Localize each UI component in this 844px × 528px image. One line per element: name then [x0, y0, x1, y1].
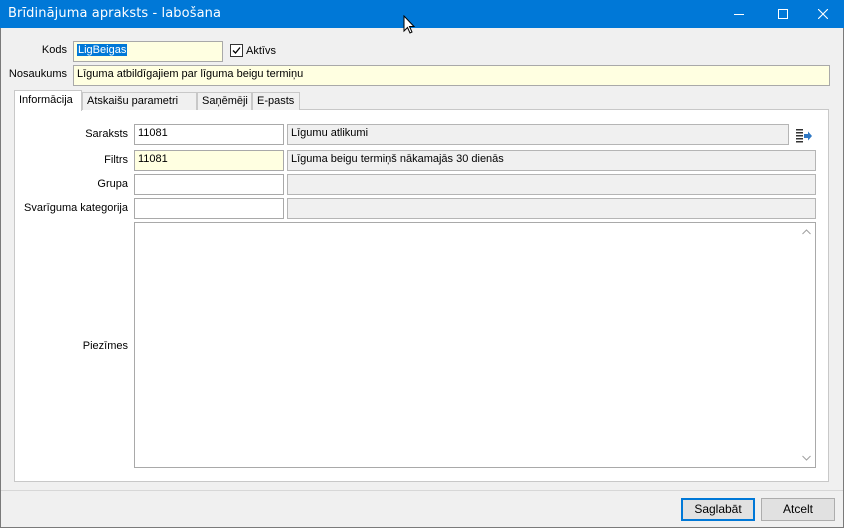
svariguma-name-field [287, 198, 816, 219]
title-bar: Brīdinājuma apraksts - labošana [0, 0, 844, 28]
grupa-code-input[interactable] [134, 174, 284, 195]
saraksts-label: Saraksts [85, 128, 128, 140]
nosaukums-input[interactable]: Līguma atbildīgajiem par līguma beigu te… [73, 65, 830, 86]
tab-informacija[interactable]: Informācija [14, 90, 82, 111]
aktivs-checkbox[interactable] [230, 44, 243, 57]
filtrs-name-field: Līguma beigu termiņš nākamajās 30 dienās [287, 150, 816, 171]
checkmark-icon [232, 47, 241, 54]
kods-value: LigBeigas [77, 44, 128, 56]
kods-label: Kods [41, 44, 67, 56]
minimize-button[interactable] [716, 0, 762, 28]
nosaukums-label: Nosaukums [8, 68, 67, 80]
aktivs-label: Aktīvs [246, 45, 276, 57]
grupa-label: Grupa [97, 178, 128, 190]
tab-e-pasts[interactable]: E-pasts [252, 92, 300, 110]
save-button[interactable]: Saglabāt [681, 498, 755, 521]
close-button[interactable] [800, 0, 844, 28]
filtrs-code-input[interactable]: 11081 [134, 150, 284, 171]
saraksts-code: 11081 [138, 127, 168, 139]
filtrs-label: Filtrs [104, 154, 128, 166]
kods-input[interactable]: LigBeigas [73, 41, 223, 62]
footer-separator [0, 490, 844, 491]
tab-sanemeji[interactable]: Saņēmēji [197, 92, 252, 110]
close-icon [818, 9, 828, 19]
vertical-scrollbar[interactable] [798, 223, 815, 467]
piezimes-textarea[interactable] [134, 222, 816, 468]
filtrs-code: 11081 [138, 153, 168, 165]
saraksts-name-field: Līgumu atlikumi [287, 124, 789, 145]
svariguma-kategorija-label: Svarīguma kategorija [24, 202, 128, 214]
scroll-up-icon[interactable] [802, 229, 811, 235]
grupa-name-field [287, 174, 816, 195]
list-lookup-button[interactable] [795, 127, 813, 143]
scroll-down-icon[interactable] [802, 455, 811, 461]
svariguma-code-input[interactable] [134, 198, 284, 219]
list-lookup-icon [796, 129, 812, 143]
piezimes-label: Piezīmes [82, 340, 128, 352]
saraksts-name: Līgumu atlikumi [291, 127, 369, 139]
window-title: Brīdinājuma apraksts - labošana [8, 6, 222, 21]
filtrs-name: Līguma beigu termiņš nākamajās 30 dienās [291, 153, 504, 165]
nosaukums-value: Līguma atbildīgajiem par līguma beigu te… [77, 68, 304, 80]
cancel-button[interactable]: Atcelt [761, 498, 835, 521]
maximize-icon [778, 9, 788, 19]
mouse-cursor-icon [403, 15, 416, 34]
saraksts-code-input[interactable]: 11081 [134, 124, 284, 145]
minimize-icon [734, 14, 744, 15]
tab-atskaisu-parametri[interactable]: Atskaišu parametri [82, 92, 197, 110]
